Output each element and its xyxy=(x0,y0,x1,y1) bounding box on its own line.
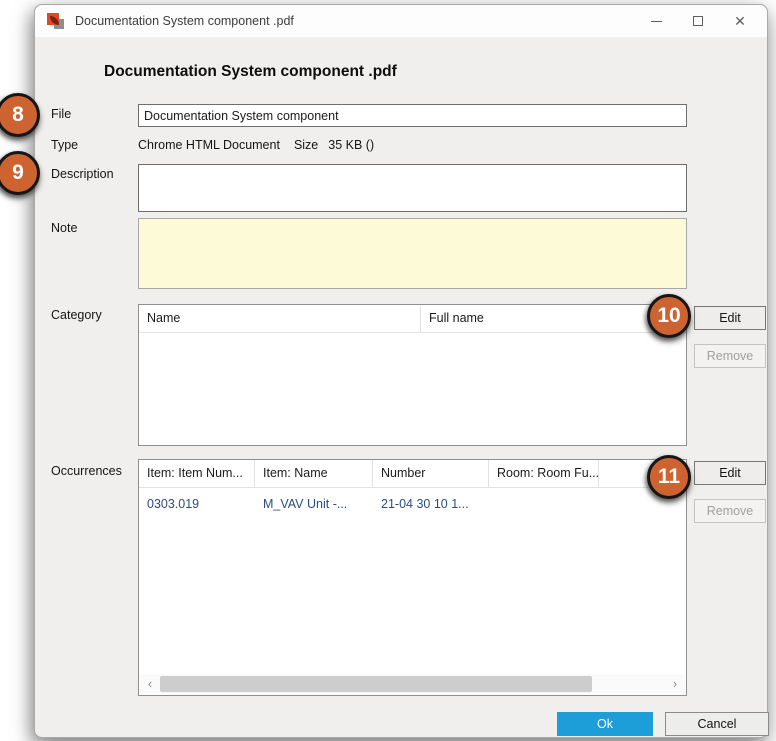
ok-button[interactable]: Ok xyxy=(557,712,653,736)
dialog-documentation-system-component: Documentation System component .pdf ✕ Do… xyxy=(34,4,768,738)
occurrences-column-number[interactable]: Number xyxy=(373,460,489,487)
screen: Documentation System component .pdf ✕ Do… xyxy=(0,0,776,741)
occurrences-label: Occurrences xyxy=(51,464,122,478)
category-column-name[interactable]: Name xyxy=(139,305,421,332)
occurrences-remove-button: Remove xyxy=(694,499,766,523)
scroll-right-icon[interactable]: › xyxy=(665,674,685,694)
type-value-line: Chrome HTML Document Size 35 KB () xyxy=(138,138,374,152)
scrollbar-track[interactable] xyxy=(160,674,665,694)
close-button[interactable]: ✕ xyxy=(719,7,761,35)
category-header-row: Name Full name xyxy=(139,305,686,333)
cancel-button[interactable]: Cancel xyxy=(665,712,769,736)
occurrences-list[interactable]: Item: Item Num... Item: Name Number Room… xyxy=(138,459,687,696)
window-title: Documentation System component .pdf xyxy=(75,5,294,37)
occurrences-column-item-name[interactable]: Item: Name xyxy=(255,460,373,487)
callout-badge-11: 11 xyxy=(647,455,691,499)
file-label: File xyxy=(51,107,71,121)
horizontal-scrollbar[interactable]: ‹ › xyxy=(140,674,685,694)
file-input[interactable] xyxy=(138,104,687,127)
description-label: Description xyxy=(51,167,114,181)
maximize-button[interactable] xyxy=(677,7,719,35)
close-icon: ✕ xyxy=(734,14,746,28)
callout-badge-10: 10 xyxy=(647,294,691,338)
occurrences-edit-button[interactable]: Edit xyxy=(694,461,766,485)
occurrences-header-row: Item: Item Num... Item: Name Number Room… xyxy=(139,460,686,488)
occurrence-number: 21-04 30 10 1... xyxy=(373,491,489,517)
scrollbar-thumb[interactable] xyxy=(160,676,592,692)
scroll-left-icon[interactable]: ‹ xyxy=(140,674,160,694)
maximize-icon xyxy=(693,16,703,26)
category-list[interactable]: Name Full name xyxy=(138,304,687,446)
description-textarea[interactable] xyxy=(138,164,687,212)
titlebar[interactable]: Documentation System component .pdf ✕ xyxy=(35,5,767,37)
type-value: Chrome HTML Document xyxy=(138,138,280,152)
occurrences-column-room[interactable]: Room: Room Fu... xyxy=(489,460,599,487)
occurrence-room xyxy=(489,491,599,517)
occurrence-item-number: 0303.019 xyxy=(139,491,255,517)
note-label: Note xyxy=(51,221,77,235)
note-textarea[interactable] xyxy=(138,218,687,289)
type-label: Type xyxy=(51,138,78,152)
minimize-icon xyxy=(651,21,662,22)
occurrences-column-item-number[interactable]: Item: Item Num... xyxy=(139,460,255,487)
size-value: 35 KB () xyxy=(328,138,374,152)
occurrence-row[interactable]: 0303.019 M_VAV Unit -... 21-04 30 10 1..… xyxy=(139,491,686,517)
app-icon xyxy=(47,13,64,29)
category-remove-button: Remove xyxy=(694,344,766,368)
category-edit-button[interactable]: Edit xyxy=(694,306,766,330)
category-label: Category xyxy=(51,308,102,322)
window-controls: ✕ xyxy=(635,7,761,35)
occurrence-item-name: M_VAV Unit -... xyxy=(255,491,373,517)
size-label: Size xyxy=(294,138,318,152)
minimize-button[interactable] xyxy=(635,7,677,35)
dialog-heading: Documentation System component .pdf xyxy=(104,63,397,81)
